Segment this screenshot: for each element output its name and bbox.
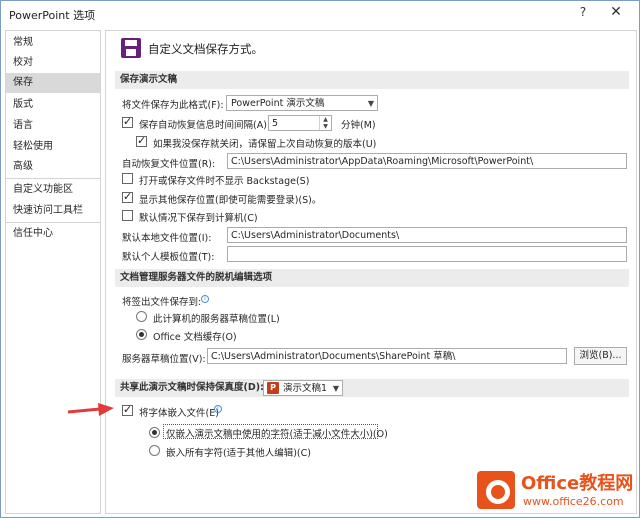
checkout-save-label: 将签出文件保存到: bbox=[122, 297, 202, 308]
office-cache-label: Office 文档缓存(O) bbox=[153, 332, 237, 343]
nav-item-language[interactable]: 语言 bbox=[6, 116, 100, 136]
save-icon bbox=[121, 38, 141, 58]
presentation-dropdown[interactable]: P 演示文稿1 ▼ bbox=[263, 380, 343, 396]
save-to-computer-label: 默认情况下保存到计算机(C) bbox=[139, 213, 258, 224]
nav-divider bbox=[6, 222, 100, 223]
browse-button[interactable]: 浏览(B)... bbox=[574, 347, 627, 365]
nav-item-general[interactable]: 常规 bbox=[6, 33, 100, 53]
info-icon: i bbox=[201, 295, 209, 303]
nav-item-quick-access-toolbar[interactable]: 快速访问工具栏 bbox=[6, 201, 100, 221]
close-button[interactable]: ✕ bbox=[603, 4, 629, 24]
nav-item-advanced[interactable]: 高级 bbox=[6, 157, 100, 177]
watermark: Office教程网 www.office26.com bbox=[475, 463, 640, 518]
office-cache-radio[interactable] bbox=[136, 329, 147, 340]
no-backstage-label: 打开或保存文件时不显示 Backstage(S) bbox=[139, 176, 310, 187]
default-local-location-field[interactable]: C:\Users\Administrator\Documents\ bbox=[227, 227, 627, 243]
nav-item-proofing[interactable]: 校对 bbox=[6, 53, 100, 73]
server-drafts-location-label: 服务器草稿位置(V): bbox=[122, 354, 206, 365]
save-to-computer-checkbox[interactable] bbox=[122, 210, 133, 221]
embed-used-chars-radio[interactable] bbox=[149, 427, 160, 438]
chevron-down-icon: ▼ bbox=[367, 99, 374, 108]
save-format-dropdown[interactable]: PowerPoint 演示文稿 ▼ bbox=[226, 95, 378, 111]
keep-last-version-checkbox[interactable] bbox=[136, 134, 147, 147]
embed-all-chars-label: 嵌入所有字符(适于其他人编辑)(C) bbox=[166, 448, 311, 459]
save-format-label: 将文件保存为此格式(F): bbox=[122, 100, 224, 111]
autorecover-location-label: 自动恢复文件位置(R): bbox=[122, 159, 216, 170]
save-format-value: PowerPoint 演示文稿 bbox=[231, 98, 325, 109]
default-local-location-label: 默认本地文件位置(I): bbox=[122, 233, 212, 244]
window-title: PowerPoint 选项 bbox=[9, 9, 96, 22]
nav-item-trust-center[interactable]: 信任中心 bbox=[6, 224, 100, 244]
title-bar: PowerPoint 选项 ? ✕ bbox=[1, 1, 639, 27]
powerpoint-options-dialog: PowerPoint 选项 ? ✕ 常规 校对 保存 版式 语言 轻松使用 高级… bbox=[0, 0, 640, 518]
embed-used-chars-label: 仅嵌入演示文稿中使用的字符(适于减小文件大小)(O) bbox=[166, 429, 388, 440]
default-template-location-field[interactable] bbox=[227, 246, 627, 262]
server-drafts-radio[interactable] bbox=[136, 311, 147, 322]
save-options-panel: 自定义文档保存方式。 保存演示文稿 将文件保存为此格式(F): PowerPoi… bbox=[105, 30, 637, 514]
spinner-arrows-icon[interactable]: ▲ ▼ bbox=[319, 116, 331, 130]
section-header-fidelity: 共享此演示文稿时保持保真度(D): bbox=[115, 379, 629, 397]
nav-item-accessibility[interactable]: 轻松使用 bbox=[6, 137, 100, 157]
nav-item-save[interactable]: 保存 bbox=[6, 73, 100, 93]
minutes-label: 分钟(M) bbox=[341, 120, 376, 131]
help-button[interactable]: ? bbox=[573, 5, 593, 23]
keep-last-version-label: 如果我没保存就关闭，请保留上次自动恢复的版本(U) bbox=[153, 139, 377, 150]
server-drafts-label: 此计算机的服务器草稿位置(L) bbox=[153, 314, 280, 325]
office-logo-icon bbox=[477, 471, 515, 509]
category-nav: 常规 校对 保存 版式 语言 轻松使用 高级 自定义功能区 快速访问工具栏 信任… bbox=[5, 30, 101, 514]
fidelity-header-label: 共享此演示文稿时保持保真度(D): bbox=[120, 382, 264, 393]
section-header-save-presentations: 保存演示文稿 bbox=[115, 71, 629, 89]
watermark-brand: Office教程网 bbox=[521, 473, 634, 494]
autorecover-location-field[interactable]: C:\Users\Administrator\AppData\Roaming\M… bbox=[227, 153, 627, 169]
page-heading: 自定义文档保存方式。 bbox=[148, 42, 263, 56]
show-other-locations-checkbox[interactable] bbox=[122, 190, 133, 203]
autorecover-minutes-value: 5 bbox=[272, 118, 279, 129]
embed-fonts-label: 将字体嵌入文件(E) bbox=[139, 408, 219, 419]
no-backstage-checkbox[interactable] bbox=[122, 173, 133, 184]
nav-item-layout[interactable]: 版式 bbox=[6, 95, 100, 115]
embed-all-chars-radio[interactable] bbox=[149, 445, 160, 456]
info-icon: i bbox=[214, 405, 222, 413]
autorecover-minutes-spinner[interactable]: 5 ▲ ▼ bbox=[268, 115, 332, 131]
autorecover-label: 保存自动恢复信息时间间隔(A) bbox=[139, 120, 267, 131]
powerpoint-file-icon: P bbox=[267, 382, 279, 394]
embed-fonts-checkbox[interactable] bbox=[122, 403, 133, 416]
chevron-down-icon: ▼ bbox=[332, 384, 339, 393]
watermark-url: www.office26.com bbox=[523, 495, 624, 508]
default-template-location-label: 默认个人模板位置(T): bbox=[122, 252, 215, 263]
server-drafts-location-field[interactable]: C:\Users\Administrator\Documents\SharePo… bbox=[207, 348, 567, 364]
autorecover-checkbox[interactable] bbox=[122, 115, 133, 128]
annotation-arrow-icon bbox=[68, 403, 114, 416]
section-header-offline-editing: 文档管理服务器文件的脱机编辑选项 bbox=[115, 269, 629, 287]
nav-divider bbox=[6, 178, 100, 179]
presentation-value: 演示文稿1 bbox=[283, 383, 328, 394]
nav-item-customize-ribbon[interactable]: 自定义功能区 bbox=[6, 180, 100, 200]
show-other-locations-label: 显示其他保存位置(即使可能需要登录)(S)。 bbox=[139, 195, 322, 206]
